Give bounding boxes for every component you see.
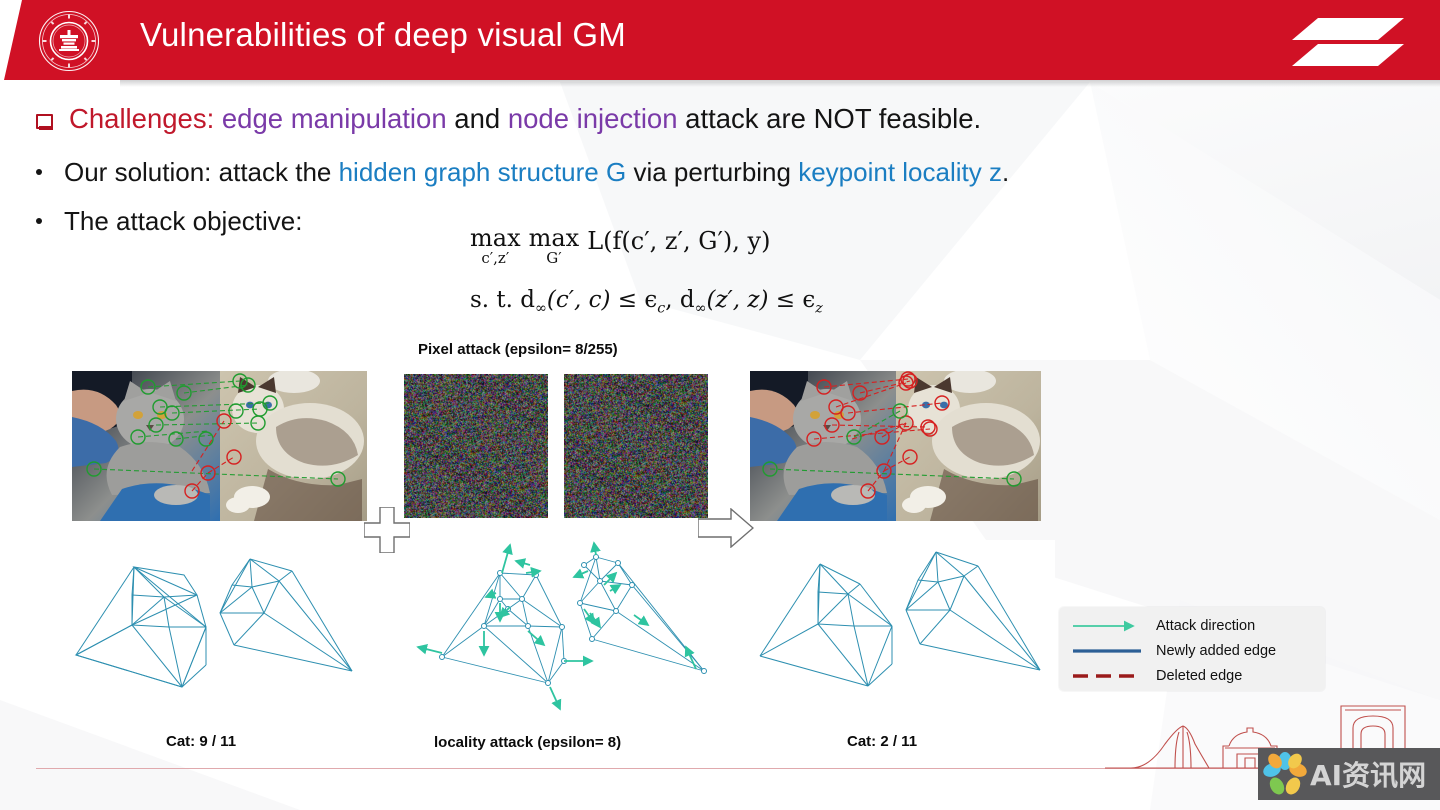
slide-canvas: Vulnerabilities of deep visual GM Challe… xyxy=(0,0,1440,810)
bullet1-seg-1: edge manipulation xyxy=(214,103,447,134)
formula-objective-line: max c′,z′ max G′ L(f(c′, z′, G′), y) xyxy=(470,226,823,267)
bullet1-seg-3: node injection xyxy=(507,103,678,134)
max-sub-label-2: G′ xyxy=(546,249,562,267)
formula-constraint-line: s. t. d∞(c′, c) ≤ ϵc, d∞(z′, z) ≤ ϵz xyxy=(470,287,823,317)
bullet1-seg-2: and xyxy=(446,103,508,134)
distance-2: d xyxy=(679,287,695,314)
epsilon-c: ϵ xyxy=(644,287,658,314)
bullet1-seg-4: attack are NOT feasible. xyxy=(677,103,982,134)
header-drop-shadow xyxy=(120,80,1440,87)
bullet2-seg-3: keypoint locality z xyxy=(798,157,1002,187)
right-arrow-symbol xyxy=(698,508,754,548)
caption-locality-attack: locality attack (epsilon= 8) xyxy=(434,734,622,751)
cat-keypoint-match-after-attack xyxy=(750,371,1041,521)
noise-canvas-b xyxy=(564,374,708,518)
bullet2-seg-4: . xyxy=(1001,157,1010,187)
newly-added-edge-swatch-icon xyxy=(1073,649,1141,653)
caption-right-result: Cat: 2 / 11 xyxy=(847,733,918,750)
watermark-text: AI资讯网 xyxy=(1310,759,1427,792)
legend-label-attack-direction: Attack direction xyxy=(1156,618,1256,634)
cat-keypoint-match-before-attack xyxy=(72,371,367,521)
adversarial-noise-image-b xyxy=(556,366,722,526)
max-operator-2: max G′ xyxy=(529,226,580,267)
caption-pixel-attack: Pixel attack (epsilon= 8/255) xyxy=(418,341,618,358)
flower-watermark-logo xyxy=(1263,752,1307,795)
round-bullet-icon xyxy=(36,169,42,175)
caption-left-result: Cat: 9 / 11 xyxy=(166,733,237,750)
epsilon-z-subscript: z xyxy=(815,300,823,317)
plus-operator-symbol xyxy=(364,507,410,553)
keypoint-graph-original xyxy=(64,545,369,690)
bullet-attack-objective: The attack objective: xyxy=(36,206,302,237)
distance-1-subscript: ∞ xyxy=(535,300,547,317)
max-sub-label-1: c′,z′ xyxy=(481,249,510,267)
round-bullet-icon xyxy=(36,218,42,224)
noise-canvas-a xyxy=(404,374,548,518)
attack-objective-formula: max c′,z′ max G′ L(f(c′, z′, G′), y) s. … xyxy=(470,226,823,317)
bullet3-seg-0: The attack objective: xyxy=(64,206,303,236)
bullet2-seg-0: Our solution: attack the xyxy=(64,157,339,187)
figure-legend: Attack direction Newly added edge Delete… xyxy=(1059,607,1325,691)
slide-header: Vulnerabilities of deep visual GM xyxy=(0,0,1440,87)
legend-item-attack-direction: Attack direction xyxy=(1071,613,1255,639)
constraint-prefix: s. t. xyxy=(470,287,521,314)
bullet-our-solution: Our solution: attack the hidden graph st… xyxy=(36,157,1009,188)
legend-label-newly-added-edge: Newly added edge xyxy=(1156,643,1277,659)
keypoint-graph-perturbed xyxy=(748,540,1055,693)
keypoint-graph-with-attack-directions xyxy=(404,541,719,716)
bullet2-seg-2: via perturbing xyxy=(626,157,799,187)
legend-item-deleted-edge: Deleted edge xyxy=(1071,663,1242,689)
distance-1: d xyxy=(520,287,536,314)
bullet1-seg-0: Challenges: xyxy=(69,103,215,134)
adversarial-noise-image-a xyxy=(396,366,564,526)
attack-direction-swatch-icon xyxy=(1073,620,1135,632)
legend-item-newly-added-edge: Newly added edge xyxy=(1071,638,1276,664)
square-bullet-icon xyxy=(36,114,53,130)
constraint-comma: , xyxy=(665,287,680,314)
sjtu-seal-logo xyxy=(38,10,100,72)
page-title: Vulnerabilities of deep visual GM xyxy=(140,16,626,53)
distance-1-args: (c′, c) ≤ xyxy=(546,287,645,314)
epsilon-z: ϵ xyxy=(802,287,816,314)
ai-news-watermark: AI资讯网 xyxy=(1258,748,1440,800)
header-parallelogram-decoration xyxy=(1292,18,1404,66)
distance-2-args: (z′, z) ≤ xyxy=(706,287,803,314)
bullet-challenges: Challenges: edge manipulation and node i… xyxy=(36,103,981,135)
formula-loss-expression: L(f(c′, z′, G′), y) xyxy=(587,227,771,255)
deleted-edge-swatch-icon xyxy=(1073,674,1141,678)
max-op-label-2: max xyxy=(528,224,580,252)
bullet2-seg-1: hidden graph structure G xyxy=(338,157,627,187)
legend-label-deleted-edge: Deleted edge xyxy=(1156,668,1243,684)
max-op-label-1: max xyxy=(470,224,521,252)
attack-direction-arrows xyxy=(416,541,697,711)
max-operator-1: max c′,z′ xyxy=(470,226,521,267)
distance-2-subscript: ∞ xyxy=(694,300,707,317)
